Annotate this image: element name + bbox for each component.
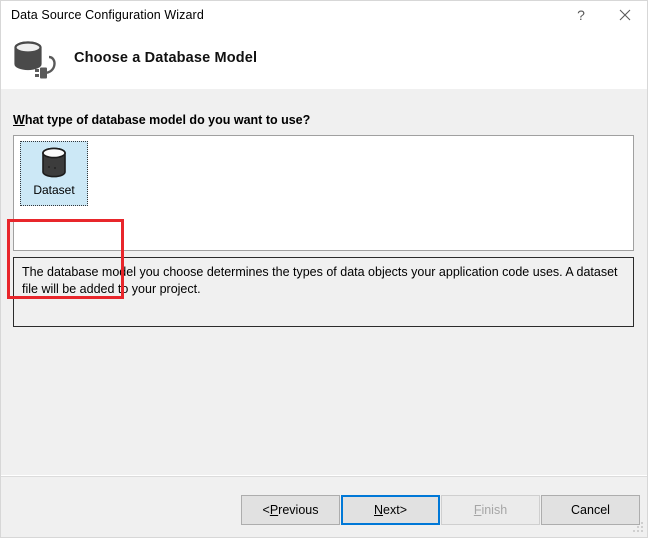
next-button-suffix: > — [399, 503, 408, 517]
next-button[interactable]: Next > — [341, 495, 440, 525]
description-panel: The database model you choose determines… — [13, 257, 634, 327]
next-button-accesskey: N — [373, 503, 384, 517]
model-item-label: Dataset — [33, 183, 75, 197]
help-question-icon: ? — [577, 7, 585, 23]
close-button[interactable] — [603, 1, 647, 29]
question-text: hat type of database model do you want t… — [24, 113, 311, 127]
title-bar-buttons: ? — [559, 1, 647, 32]
question-label: What type of database model do you want … — [13, 113, 310, 127]
description-text: The database model you choose determines… — [22, 265, 618, 296]
window-title: Data Source Configuration Wizard — [11, 8, 204, 22]
resize-grip-icon[interactable] — [632, 522, 644, 534]
previous-button-prefix: < — [262, 503, 270, 517]
cancel-button[interactable]: Cancel — [541, 495, 640, 525]
next-button-label: ext — [383, 503, 400, 517]
database-connection-icon — [11, 35, 63, 83]
close-x-icon — [619, 9, 631, 21]
cancel-button-label: Cancel — [571, 503, 610, 517]
previous-button[interactable]: < Previous — [241, 495, 340, 525]
finish-button-accesskey: F — [473, 503, 482, 517]
wizard-body: What type of database model do you want … — [1, 89, 647, 474]
wizard-header: Choose a Database Model — [1, 32, 647, 89]
previous-button-accesskey: P — [269, 503, 279, 517]
title-bar: Data Source Configuration Wizard ? — [1, 1, 647, 32]
finish-button-label: inish — [481, 503, 508, 517]
finish-button: Finish — [441, 495, 540, 525]
model-item-dataset[interactable]: Dataset — [20, 141, 88, 206]
page-title: Choose a Database Model — [74, 50, 258, 66]
database-cylinder-icon — [37, 146, 71, 182]
previous-button-label: revious — [278, 503, 319, 517]
question-accesskey: W — [13, 113, 25, 127]
wizard-footer: < Previous Next > Finish Cancel — [1, 477, 647, 537]
wizard-window: Data Source Configuration Wizard ? Choos… — [0, 0, 648, 538]
database-model-listbox[interactable]: Dataset — [13, 135, 634, 251]
help-button[interactable]: ? — [559, 1, 603, 29]
